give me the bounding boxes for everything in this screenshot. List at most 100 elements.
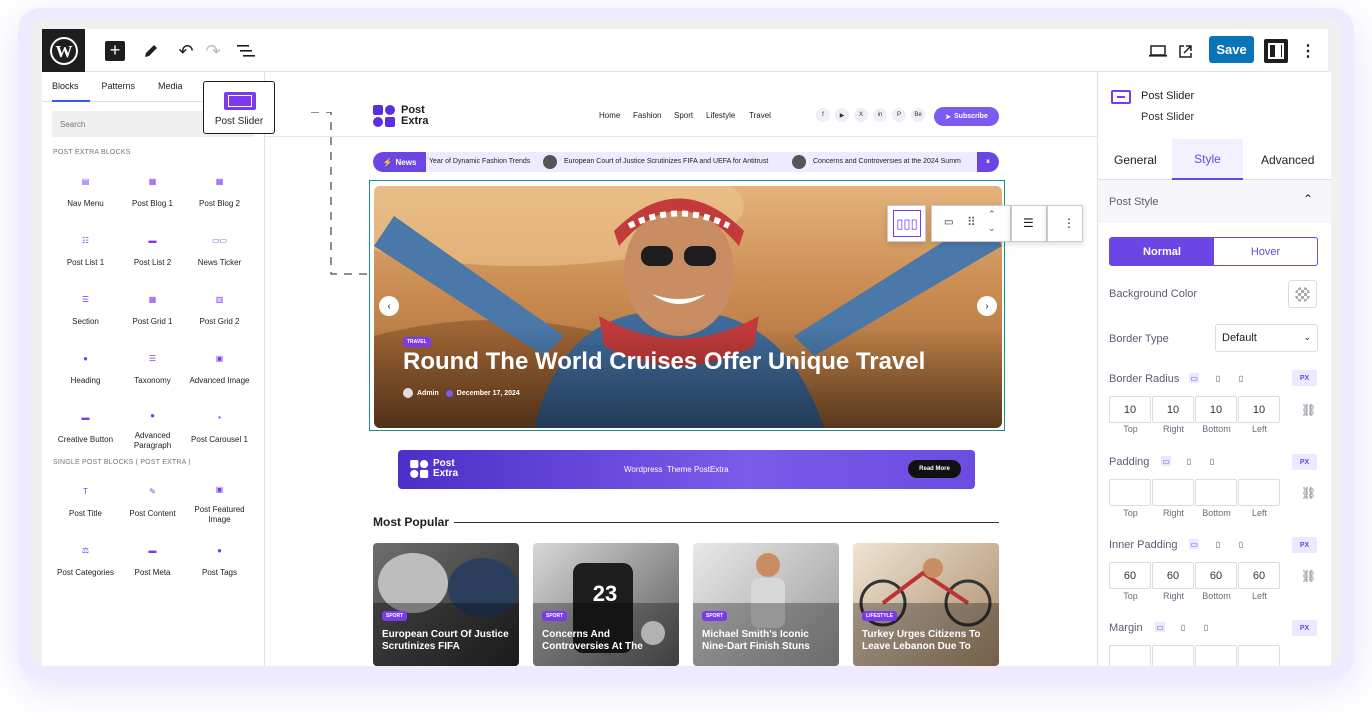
block-item[interactable]: ▬ Post Meta [119,543,186,584]
margin-top-input[interactable] [1109,645,1151,666]
block-item[interactable]: ▪ Post Carousel 1 [186,410,253,451]
block-item[interactable]: ● Post Tags [186,543,253,584]
block-item[interactable]: ☰ Section [52,292,119,333]
padding-left-input[interactable] [1238,479,1280,506]
document-overview-button[interactable] [235,40,257,62]
mobile-icon[interactable]: ▯ [1236,539,1246,549]
unit-select[interactable]: PX [1292,620,1317,636]
pinterest-icon[interactable]: P [892,108,906,122]
radius-top-input[interactable]: 10 [1109,396,1151,423]
desktop-icon[interactable]: ▭ [1189,539,1199,549]
block-item[interactable]: ▦ Post Blog 2 [186,174,253,215]
nav-travel[interactable]: Travel [749,111,771,120]
card-category-badge[interactable]: LIFESTYLE [862,611,897,621]
block-item[interactable]: ▣ Advanced Image [186,351,253,392]
subscribe-button[interactable]: ➤ Subscribe [934,107,999,126]
mobile-icon[interactable]: ▯ [1236,373,1246,383]
post-card[interactable]: SPORT European Court Of Justice Scrutini… [373,543,519,666]
mobile-icon[interactable]: ▯ [1207,456,1217,466]
options-menu-button[interactable]: ⋮ [1297,40,1319,62]
tab-style[interactable]: Style [1172,139,1243,180]
block-type-button[interactable]: ▯▯▯ [887,205,926,242]
link-values-icon[interactable]: ⛓ [1301,403,1316,417]
block-item[interactable]: ▤ Nav Menu [52,174,119,215]
x-icon[interactable]: X [854,108,868,122]
tab-blocks[interactable]: Blocks [52,72,90,102]
tab-patterns[interactable]: Patterns [102,72,147,102]
settings-sidebar-toggle[interactable] [1264,39,1288,63]
block-item[interactable]: ● Heading [52,351,119,392]
unit-select[interactable]: PX [1292,370,1317,386]
block-item[interactable]: ● Advanced Paragraph [119,410,186,451]
padding-top-input[interactable] [1109,479,1151,506]
card-title[interactable]: European Court Of Justice Scrutinizes FI… [382,629,512,653]
block-icon[interactable]: ▭ [944,217,953,228]
radius-left-input[interactable]: 10 [1238,396,1280,423]
radius-bottom-input[interactable]: 10 [1195,396,1237,423]
state-hover-button[interactable]: Hover [1214,238,1317,265]
ticker-item[interactable]: European Court of Justice Scrutinizes FI… [564,158,768,165]
preview-device-button[interactable] [1147,40,1169,62]
desktop-icon[interactable]: ▭ [1155,622,1165,632]
drag-handle-icon[interactable]: ⠿ [967,215,976,229]
mobile-icon[interactable]: ▯ [1201,622,1211,632]
wordpress-logo-button[interactable]: W [42,29,85,72]
margin-left-input[interactable] [1238,645,1280,666]
block-item[interactable]: ✎ Post Content [119,484,186,525]
tablet-icon[interactable]: ▯ [1213,539,1223,549]
link-values-icon[interactable]: ⛓ [1301,569,1316,583]
nav-home[interactable]: Home [599,111,620,120]
card-category-badge[interactable]: SPORT [702,611,728,621]
desktop-icon[interactable]: ▭ [1161,456,1171,466]
add-block-button[interactable]: + [104,40,126,62]
radius-right-input[interactable]: 10 [1152,396,1194,423]
link-values-icon[interactable]: ⛓ [1301,486,1316,500]
ticker-item[interactable]: Year of Dynamic Fashion Trends [429,158,530,165]
card-category-badge[interactable]: SPORT [542,611,568,621]
undo-button[interactable]: ↶ [175,40,197,62]
nav-lifestyle[interactable]: Lifestyle [706,111,735,120]
unit-select[interactable]: PX [1292,454,1317,470]
card-title[interactable]: Turkey Urges Citizens To Leave Lebanon D… [862,629,992,653]
behance-icon[interactable]: Be [911,108,925,122]
desktop-icon[interactable]: ▭ [1189,373,1199,383]
border-type-select[interactable]: Default ⌄ [1215,324,1318,352]
post-card[interactable]: SPORT Michael Smith's Iconic Nine-Dart F… [693,543,839,666]
inner-padding-left-input[interactable]: 60 [1238,562,1280,589]
tablet-icon[interactable]: ▯ [1184,456,1194,466]
card-category-badge[interactable]: SPORT [382,611,408,621]
inner-padding-bottom-input[interactable]: 60 [1195,562,1237,589]
slide-next-button[interactable]: › [977,296,997,316]
tab-general[interactable]: General [1114,153,1157,167]
tools-button[interactable] [140,40,162,62]
save-button[interactable]: Save [1209,36,1254,63]
redo-button[interactable]: ↷ [202,40,224,62]
align-button[interactable]: ☰ [1011,205,1047,242]
slide-prev-button[interactable]: ‹ [379,296,399,316]
slide-title[interactable]: Round The World Cruises Offer Unique Tra… [403,348,925,376]
linkedin-icon[interactable]: in [873,108,887,122]
ticker-item[interactable]: Concerns and Controversies at the 2024 S… [813,158,976,165]
post-card[interactable]: 23 SPORT Concerns And Controversies At T… [533,543,679,666]
block-item[interactable]: ▥ Post Grid 2 [186,292,253,333]
nav-sport[interactable]: Sport [674,111,693,120]
block-item[interactable]: ▭▭ News Ticker [186,233,253,274]
padding-bottom-input[interactable] [1195,479,1237,506]
nav-fashion[interactable]: Fashion [633,111,661,120]
block-item[interactable]: ▣ Post Featured Image [186,484,253,525]
card-title[interactable]: Michael Smith's Iconic Nine-Dart Finish … [702,629,832,653]
block-item[interactable]: T Post Title [52,484,119,525]
post-style-header[interactable]: Post Style ⌃ [1098,180,1331,223]
block-options-button[interactable]: ⋮ [1047,205,1083,242]
tab-advanced[interactable]: Advanced [1261,153,1314,167]
tab-media[interactable]: Media [158,72,194,102]
background-color-picker[interactable] [1288,280,1317,308]
facebook-icon[interactable]: f [816,108,830,122]
banner-read-more-button[interactable]: Read More [908,460,961,478]
state-normal-button[interactable]: Normal [1110,238,1214,265]
slide-author[interactable]: Admin [417,390,439,397]
padding-right-input[interactable] [1152,479,1194,506]
inner-padding-top-input[interactable]: 60 [1109,562,1151,589]
unit-select[interactable]: PX [1292,537,1317,553]
block-item[interactable]: ▬ Creative Button [52,410,119,451]
